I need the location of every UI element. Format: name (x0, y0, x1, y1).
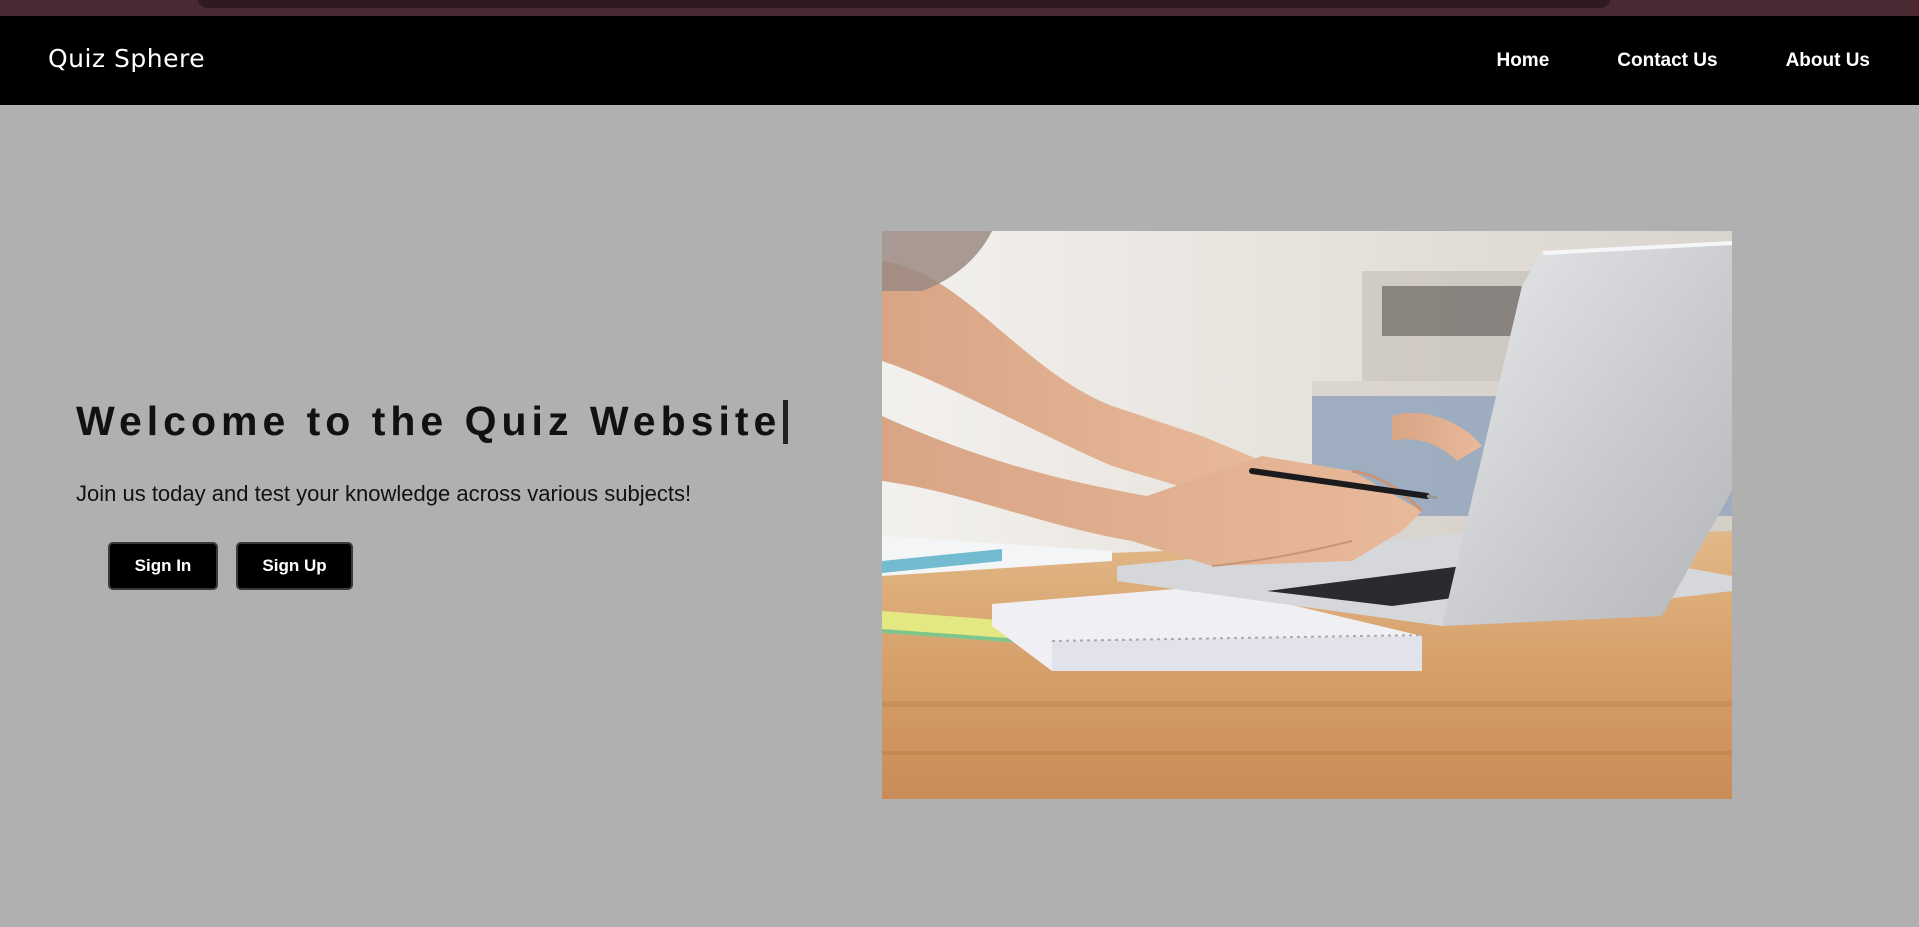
browser-address-bar[interactable] (198, 0, 1610, 8)
hero-title: Welcome to the Quiz Website (76, 398, 789, 445)
hero-image (882, 231, 1732, 799)
nav-link-home[interactable]: Home (1496, 50, 1549, 72)
nav-link-about-us[interactable]: About Us (1786, 50, 1870, 72)
nav-link-contact-us[interactable]: Contact Us (1617, 50, 1717, 72)
sign-in-button[interactable]: Sign In (108, 542, 218, 590)
navbar: Quiz Sphere Home Contact Us About Us (0, 16, 1919, 105)
nav-links: Home Contact Us About Us (1496, 50, 1870, 72)
hero-content: Welcome to the Quiz Website Join us toda… (76, 398, 796, 590)
hero-title-text: Welcome to the Quiz Website (76, 398, 782, 444)
site-logo[interactable]: Quiz Sphere (48, 44, 205, 73)
sign-up-button[interactable]: Sign Up (236, 542, 353, 590)
browser-top-strip (0, 0, 1919, 16)
typing-caret (783, 399, 789, 444)
laptop-desk-illustration (882, 231, 1732, 799)
hero-subtitle: Join us today and test your knowledge ac… (76, 481, 692, 506)
hero-buttons: Sign In Sign Up (76, 542, 796, 590)
